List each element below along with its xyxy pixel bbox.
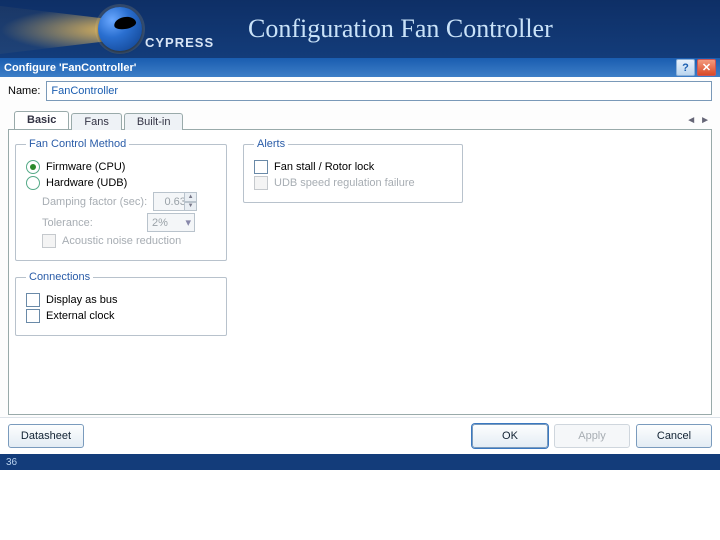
checkbox-udb-speed: [254, 176, 268, 190]
damping-label: Damping factor (sec):: [42, 196, 147, 208]
name-label: Name:: [8, 85, 40, 97]
tab-builtin[interactable]: Built-in: [124, 113, 184, 130]
dialog-titlebar: Configure 'FanController' ? ✕: [0, 58, 720, 77]
external-clock-label: External clock: [46, 310, 114, 322]
dialog-footer: Datasheet OK Apply Cancel: [0, 417, 720, 454]
legend-alerts: Alerts: [254, 138, 288, 150]
fan-stall-label: Fan stall / Rotor lock: [274, 161, 374, 173]
display-bus-label: Display as bus: [46, 294, 118, 306]
legend-fan-method: Fan Control Method: [26, 138, 129, 150]
legend-connections: Connections: [26, 271, 93, 283]
brand-text: CYPRESS: [145, 35, 214, 50]
checkbox-display-bus[interactable]: [26, 293, 40, 307]
tab-panel-basic: Fan Control Method Firmware (CPU) Hardwa…: [8, 130, 712, 415]
checkbox-external-clock[interactable]: [26, 309, 40, 323]
tab-nav-left-icon[interactable]: ◄: [686, 115, 696, 126]
radio-hardware-label: Hardware (UDB): [46, 177, 127, 189]
cypress-logo: CYPRESS: [0, 0, 240, 58]
cancel-button[interactable]: Cancel: [636, 424, 712, 448]
tab-basic[interactable]: Basic: [14, 111, 69, 129]
group-alerts: Alerts Fan stall / Rotor lock UDB speed …: [243, 138, 463, 203]
damping-spinner: 0.63 ▲▼: [153, 192, 197, 211]
apply-button: Apply: [554, 424, 630, 448]
name-field[interactable]: FanController: [46, 81, 712, 101]
tab-strip: Basic Fans Built-in ◄ ►: [8, 107, 712, 130]
slide-number-strip: 36: [0, 454, 720, 470]
spin-down-icon: ▼: [184, 202, 197, 212]
page-title: Configuration Fan Controller: [248, 14, 553, 44]
help-button[interactable]: ?: [676, 59, 695, 76]
slide-number: 36: [6, 457, 17, 468]
acoustic-label: Acoustic noise reduction: [62, 235, 181, 247]
slide-header: CYPRESS Configuration Fan Controller: [0, 0, 720, 58]
dialog-title: Configure 'FanController': [4, 62, 674, 74]
checkbox-acoustic: [42, 234, 56, 248]
group-fan-control-method: Fan Control Method Firmware (CPU) Hardwa…: [15, 138, 227, 261]
udb-speed-label: UDB speed regulation failure: [274, 177, 415, 189]
tab-fans[interactable]: Fans: [71, 113, 121, 130]
radio-firmware-label: Firmware (CPU): [46, 161, 125, 173]
datasheet-button[interactable]: Datasheet: [8, 424, 84, 448]
group-connections: Connections Display as bus External cloc…: [15, 271, 227, 336]
close-button[interactable]: ✕: [697, 59, 716, 76]
checkbox-fan-stall[interactable]: [254, 160, 268, 174]
radio-hardware[interactable]: [26, 176, 40, 190]
globe-icon: [98, 7, 142, 51]
radio-firmware[interactable]: [26, 160, 40, 174]
tolerance-combo: 2%: [147, 213, 195, 232]
tolerance-label: Tolerance:: [42, 217, 141, 229]
tab-nav-right-icon[interactable]: ►: [700, 115, 710, 126]
ok-button[interactable]: OK: [472, 424, 548, 448]
spin-up-icon: ▲: [184, 192, 197, 202]
